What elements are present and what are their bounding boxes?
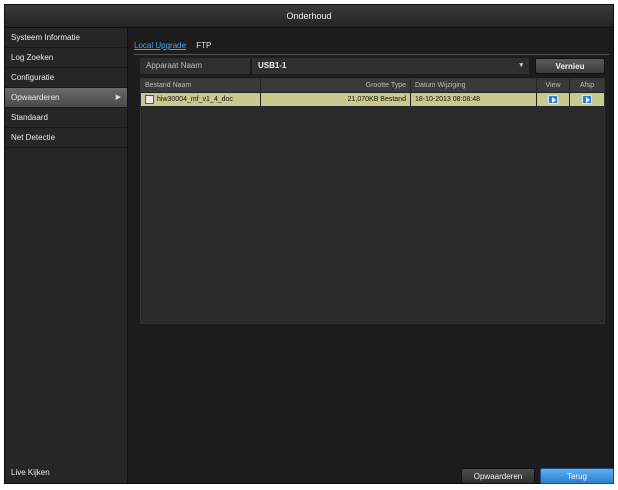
sidebar-item-label: Standaard: [11, 113, 48, 122]
chevron-right-icon: ▶: [115, 94, 121, 101]
cell-file-name: hiw30004_mf_v1_4_doc: [141, 93, 261, 106]
table-header: Bestand Naam Grootte Type Datum Wijzigin…: [141, 79, 604, 93]
file-name-text: hiw30004_mf_v1_4_doc: [157, 96, 233, 103]
cell-size-type: 21,070KB Bestand: [261, 93, 411, 106]
sidebar-item-configuration[interactable]: Configuratie: [5, 68, 127, 88]
refresh-button[interactable]: Vernieu: [535, 58, 605, 74]
device-select-value: USB1-1: [258, 61, 287, 70]
play-icon[interactable]: [582, 95, 592, 104]
column-header-date: Datum Wijziging: [411, 79, 537, 92]
live-view-link[interactable]: Live Kijken: [11, 468, 50, 477]
sidebar-item-upgrade[interactable]: Opwaarderen ▶: [5, 88, 127, 108]
row-checkbox[interactable]: [145, 94, 154, 104]
cell-view: [537, 93, 570, 106]
tab-local-upgrade[interactable]: Local Upgrade: [134, 40, 186, 54]
window-title: Onderhoud: [5, 5, 613, 28]
device-row: Apparaat Naam USB1-1 ▾ Vernieu: [140, 58, 605, 74]
cell-date: 18-10-2013 08:08:48: [411, 93, 537, 106]
sidebar-item-label: Systeem Informatie: [11, 33, 80, 42]
device-select[interactable]: USB1-1 ▾: [252, 58, 529, 74]
back-button[interactable]: Terug: [540, 468, 614, 484]
sidebar-item-label: Net Detectie: [11, 133, 56, 142]
device-name-label: Apparaat Naam: [140, 58, 250, 74]
table-row[interactable]: hiw30004_mf_v1_4_doc 21,070KB Bestand 18…: [141, 93, 604, 106]
column-header-view: View: [537, 79, 570, 92]
column-header-play: Afsp: [579, 82, 594, 89]
file-table: Bestand Naam Grootte Type Datum Wijzigin…: [140, 78, 605, 324]
cell-play: [570, 93, 604, 106]
tab-bar: Local Upgrade FTP: [134, 40, 609, 55]
column-header-file-name: Bestand Naam: [141, 79, 261, 92]
tab-ftp[interactable]: FTP: [196, 40, 211, 54]
sidebar-item-label: Opwaarderen: [11, 93, 60, 102]
sidebar-item-label: Configuratie: [11, 73, 55, 82]
sidebar-item-label: Log Zoeken: [11, 53, 54, 62]
chevron-down-icon: ▾: [519, 62, 523, 69]
maintenance-window: Onderhoud Systeem Informatie Log Zoeken …: [4, 4, 614, 484]
view-play-icon[interactable]: [548, 95, 558, 104]
sidebar-item-system-info[interactable]: Systeem Informatie: [5, 28, 127, 48]
column-header-size-type: Grootte Type: [261, 79, 411, 92]
upgrade-button[interactable]: Opwaarderen: [461, 468, 535, 484]
sidebar-item-net-detection[interactable]: Net Detectie: [5, 128, 127, 148]
main-panel: Local Upgrade FTP Apparaat Naam USB1-1 ▾…: [128, 28, 614, 484]
sidebar: Systeem Informatie Log Zoeken Configurat…: [5, 28, 128, 483]
sidebar-item-default[interactable]: Standaard: [5, 108, 127, 128]
sidebar-item-log-search[interactable]: Log Zoeken: [5, 48, 127, 68]
